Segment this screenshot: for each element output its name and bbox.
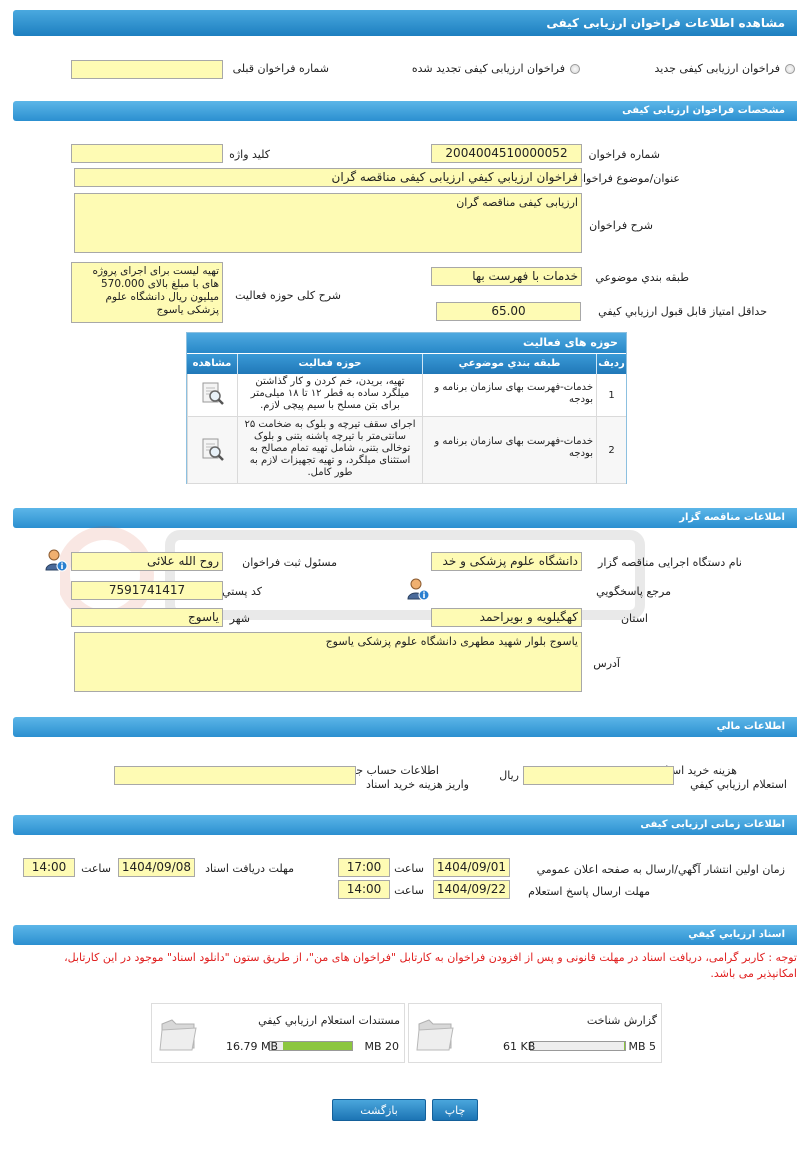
activity-table-title: حوزه های فعالیت [187,333,626,353]
radio-renewed-call-label: فراخوان ارزيابی کيفی تجديد شده [411,62,565,75]
account-info-label-2: واريز هزينه خريد اسناد [366,778,469,791]
min-score-field[interactable]: 65.00 [436,302,581,321]
category-label: طبقه بندي موضوعي [595,271,689,284]
reply-date-field[interactable]: 1404/09/22 [433,880,510,899]
reference-label: مرجع پاسخگويي [596,585,671,598]
receive-time-field[interactable]: 14:00 [23,858,75,877]
reply-time-field[interactable]: 14:00 [338,880,390,899]
document-cost-label-2: استعلام ارزيابي کيفي [690,778,787,791]
subject-label: عنوان/موضوع فراخوان [574,172,680,185]
document-file-max: 20 MB [364,1040,399,1053]
keyword-field[interactable] [71,144,223,163]
view-magnifier-icon[interactable] [200,437,226,463]
receive-hour-label: ساعت [81,862,111,875]
organizer-name-field[interactable]: دانشگاه علوم پزشکی و خد [431,552,582,571]
city-label: شهر [229,612,250,625]
publish-hour-label: ساعت [394,862,424,875]
address-label: آدرس [593,657,620,670]
document-file-progress-fill [283,1042,352,1050]
document-file-name: مستندات استعلام ارزيابي کيفي [258,1014,400,1027]
table-row-2-activity: اجرای سقف تیرچه و بلوک به ضخامت ۲۵ سانتی… [237,417,422,484]
description-label: شرح فراخوان [589,219,653,232]
radio-new-call[interactable] [785,64,795,74]
document-file-name: گزارش شناخت [586,1014,657,1027]
publish-time-label: زمان اولين انتشار آگهي/ارسال به صفحه اعل… [536,863,785,876]
previous-number-label: شماره فراخوان قبلی [232,62,329,75]
view-magnifier-icon[interactable] [200,381,226,407]
reply-deadline-label: مهلت ارسال پاسخ استعلام [528,885,650,898]
user-info-icon[interactable] [406,577,430,601]
radio-new-call-label: فراخوان ارزيابی کيفی جديد [654,62,780,75]
back-button[interactable]: بازگشت [332,1099,426,1121]
address-field[interactable]: یاسوج بلوار شهید مطهری دانشگاه علوم پزشک… [74,632,582,692]
table-row-2-category: خدمات-فهرست بهای سازمان برنامه و بودجه [422,417,596,484]
table-row-1-index: 1 [596,374,626,417]
document-file-card-2[interactable]: مستندات استعلام ارزيابي کيفي 20 MB 16.79… [151,1003,405,1063]
col-header-index: ردیف [596,354,626,374]
document-file-size: 16.79 MB [226,1040,279,1053]
col-header-activity: حوزه فعالیت [237,354,422,374]
postal-code-label: کد پستي [222,585,262,598]
publish-time-field[interactable]: 17:00 [338,858,390,877]
folder-icon [416,1019,454,1051]
documents-section-header: اسناد ارزيابي كيفي [13,925,797,945]
document-file-size: 61 KB [503,1040,536,1053]
table-row-1-view[interactable] [187,374,237,417]
page-title: مشاهده اطلاعات فراخوان ارزيابی کيفی [13,10,797,36]
timing-section-header: اطلاعات زمانی ارزيابی کيفی [13,815,797,835]
organizer-section-header: اطلاعات مناقصه گزار [13,508,797,528]
document-file-progress [269,1041,353,1051]
documents-notice: توجه : کاربر گرامی، دریافت اسناد در مهلت… [64,951,797,980]
col-header-category: طبقه بندي موضوعي [422,354,596,374]
currency-label: ريال [499,769,519,782]
financial-section-header: اطلاعات مالي [13,717,797,737]
table-row-2-view[interactable] [187,417,237,484]
document-file-max: 5 MB [628,1040,656,1053]
city-field[interactable]: یاسوج [71,608,223,627]
user-info-icon[interactable] [44,548,68,572]
province-field[interactable]: کهگیلویه و بویراحمد [431,608,582,627]
call-number-label: شماره فراخوان [588,148,661,161]
table-row-2-index: 2 [596,417,626,484]
document-file-progress [530,1041,626,1051]
radio-renewed-call[interactable] [570,64,580,74]
call-number-field[interactable]: 2004004510000052 [431,144,582,163]
col-header-view: مشاهده [187,354,237,374]
postal-code-field[interactable]: 7591741417 [71,581,223,600]
folder-icon [159,1019,197,1051]
province-label: استان [620,612,648,625]
responsible-label: مسئول ثبت فراخوان [242,556,337,569]
spec-section-header: مشخصات فراخوان ارزيابی کيفی [13,101,797,121]
table-row-1-category: خدمات-فهرست بهای سازمان برنامه و بودجه [422,374,596,417]
organizer-name-label: نام دستگاه اجرایی مناقصه گزار [598,556,742,569]
receive-deadline-label: مهلت دريافت اسناد [205,862,294,875]
category-field[interactable]: خدمات با فهرست بها [431,267,582,286]
description-field[interactable]: ارزیابی کیفی مناقصه گران [74,193,582,253]
document-file-progress-fill [623,1042,625,1050]
previous-number-field[interactable] [71,60,223,79]
activity-description-field[interactable]: تهیه لیست برای اجرای پروژه های با مبلغ ب… [71,262,223,323]
subject-field[interactable]: فراخوان ارزيابي كيفي ارزيابی کیفی مناقصه… [74,168,582,187]
publish-date-field[interactable]: 1404/09/01 [433,858,510,877]
document-cost-field[interactable] [523,766,674,785]
print-button[interactable]: چاپ [432,1099,478,1121]
receive-date-field[interactable]: 1404/09/08 [118,858,195,877]
document-file-card-1[interactable]: گزارش شناخت 5 MB 61 KB [408,1003,662,1063]
keyword-label: کليد واژه [229,148,270,161]
activity-description-label: شرح کلی حوزه فعالیت [235,289,341,302]
responsible-field[interactable]: روح الله علائی [71,552,223,571]
account-info-field[interactable] [114,766,356,785]
activity-table: حوزه های فعالیت ردیف طبقه بندي موضوعي حو… [186,332,627,484]
table-row-1-activity: تهیه، بریدن، خم کردن و کار گذاشتن میلگرد… [237,374,422,417]
reply-hour-label: ساعت [394,884,424,897]
min-score-label: حداقل امتياز قابل قبول ارزيابي كيفي [598,305,767,318]
